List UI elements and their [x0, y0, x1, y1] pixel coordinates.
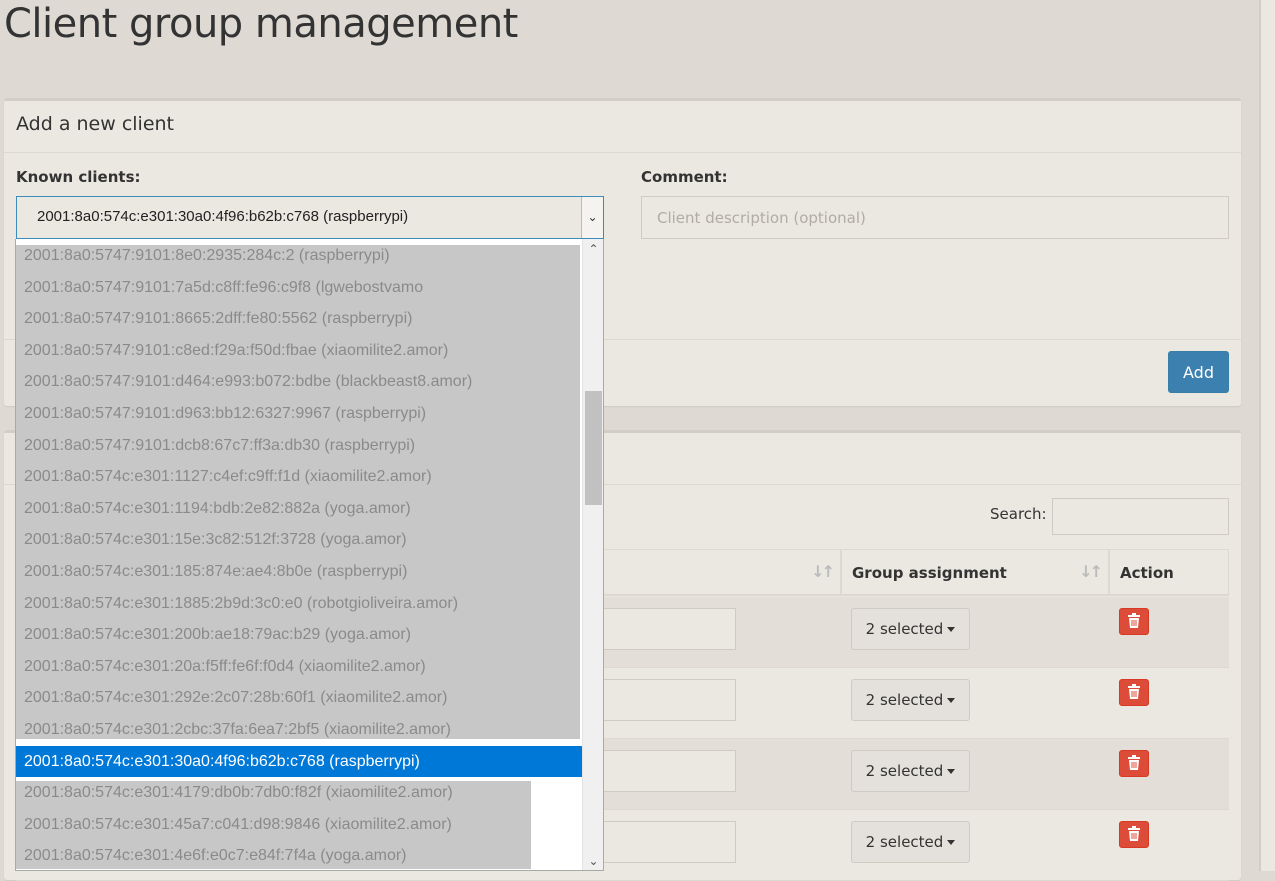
group-assignment-dropdown[interactable]: 2 selected	[851, 608, 970, 650]
search-input[interactable]	[1052, 498, 1229, 535]
column-header-group-assignment[interactable]: Group assignment ↓↑	[841, 549, 1109, 596]
row-comment-input[interactable]	[596, 679, 736, 721]
trash-icon	[1128, 754, 1140, 770]
group-assignment-dropdown[interactable]: 2 selected	[851, 821, 970, 863]
scroll-thumb[interactable]	[585, 391, 602, 505]
comment-label: Comment:	[641, 168, 728, 186]
delete-button[interactable]	[1119, 821, 1149, 848]
dropdown-option[interactable]: 2001:8a0:574c:e301:185:874e:ae4:8b0e (ra…	[16, 556, 582, 587]
add-button[interactable]: Add	[1168, 351, 1229, 393]
group-assignment-value: 2 selected	[865, 762, 944, 780]
group-assignment-value: 2 selected	[865, 691, 944, 709]
known-clients-select[interactable]: 2001:8a0:574c:e301:30a0:4f96:b62b:c768 (…	[16, 196, 604, 239]
page-edge	[1259, 0, 1275, 871]
known-clients-selected-value: 2001:8a0:574c:e301:30a0:4f96:b62b:c768 (…	[37, 208, 409, 225]
group-assignment-dropdown[interactable]: 2 selected	[851, 679, 970, 721]
dropdown-option[interactable]: 2001:8a0:574c:e301:45a7:c041:d98:9846 (x…	[16, 809, 582, 840]
known-clients-label: Known clients:	[16, 168, 141, 186]
add-client-title: Add a new client	[16, 113, 175, 135]
delete-button[interactable]	[1119, 679, 1149, 706]
trash-icon	[1128, 683, 1140, 699]
trash-icon	[1128, 612, 1140, 628]
dropdown-option[interactable]: 2001:8a0:574c:e301:200b:ae18:79ac:b29 (y…	[16, 619, 582, 650]
dropdown-option[interactable]: 2001:8a0:574c:e301:15e:3c82:512f:3728 (y…	[16, 524, 582, 555]
delete-button[interactable]	[1119, 750, 1149, 777]
dropdown-option[interactable]: 2001:8a0:574c:e301:30a0:4f96:b62b:c768 (…	[16, 746, 582, 777]
dropdown-option[interactable]: 2001:8a0:574c:e301:1127:c4ef:c9ff:f1d (x…	[16, 461, 582, 492]
group-assignment-dropdown[interactable]: 2 selected	[851, 750, 970, 792]
sort-icon: ↓↑	[811, 562, 835, 581]
group-assignment-value: 2 selected	[865, 620, 944, 638]
add-client-header: Add a new client	[4, 101, 1241, 153]
dropdown-option[interactable]: 2001:8a0:5747:9101:8e0:2935:284c:2 (rasp…	[16, 240, 582, 271]
group-assignment-header-label: Group assignment	[852, 564, 1007, 582]
caret-down-icon	[947, 698, 956, 703]
sort-icon: ↓↑	[1079, 562, 1103, 581]
caret-down-icon	[947, 769, 956, 774]
dropdown-option[interactable]: 2001:8a0:5747:9101:c8ed:f29a:f50d:fbae (…	[16, 335, 582, 366]
dropdown-option[interactable]: 2001:8a0:574c:e301:2cbc:37fa:6ea7:2bf5 (…	[16, 714, 582, 745]
dropdown-option[interactable]: 2001:8a0:574c:e301:4179:db0b:7db0:f82f (…	[16, 777, 582, 808]
caret-down-icon	[947, 840, 956, 845]
delete-button[interactable]	[1119, 608, 1149, 635]
dropdown-option[interactable]: 2001:8a0:574c:e301:1885:2b9d:3c0:e0 (rob…	[16, 588, 582, 619]
dropdown-option[interactable]: 2001:8a0:5747:9101:dcb8:67c7:ff3a:db30 (…	[16, 430, 582, 461]
caret-down-icon	[947, 627, 956, 632]
action-header-label: Action	[1120, 564, 1174, 582]
trash-icon	[1128, 825, 1140, 841]
dropdown-option[interactable]: 2001:8a0:5747:9101:8665:2dff:fe80:5562 (…	[16, 303, 582, 334]
dropdown-option[interactable]: 2001:8a0:5747:9101:d963:bb12:6327:9967 (…	[16, 398, 582, 429]
page-title: Client group management	[4, 1, 518, 47]
chevron-down-icon[interactable]: ⌄	[583, 851, 603, 870]
row-comment-input[interactable]	[596, 750, 736, 792]
known-clients-dropdown-list[interactable]: 2001:8a0:5747:9101:8e0:2935:284c:2 (rasp…	[15, 239, 604, 871]
group-assignment-value: 2 selected	[865, 833, 944, 851]
column-header-action: Action	[1109, 549, 1229, 596]
row-comment-input[interactable]	[596, 608, 736, 650]
row-comment-input[interactable]	[596, 821, 736, 863]
dropdown-scrollbar[interactable]: ⌃ ⌄	[582, 239, 603, 870]
dropdown-option[interactable]: 2001:8a0:574c:e301:292e:2c07:28b:60f1 (x…	[16, 682, 582, 713]
chevron-up-icon[interactable]: ⌃	[583, 239, 603, 259]
search-label: Search:	[990, 505, 1047, 523]
dropdown-option[interactable]: 2001:8a0:574c:e301:1194:bdb:2e82:882a (y…	[16, 493, 582, 524]
dropdown-option[interactable]: 2001:8a0:574c:e301:4e6f:e0c7:e84f:7f4a (…	[16, 840, 582, 870]
chevron-down-icon[interactable]: ⌄	[581, 197, 603, 238]
comment-field[interactable]	[641, 196, 1229, 239]
dropdown-option[interactable]: 2001:8a0:5747:9101:7a5d:c8ff:fe96:c9f8 (…	[16, 272, 582, 303]
dropdown-option[interactable]: 2001:8a0:574c:e301:20a:f5ff:fe6f:f0d4 (x…	[16, 651, 582, 682]
dropdown-option[interactable]: 2001:8a0:5747:9101:d464:e993:b072:bdbe (…	[16, 366, 582, 397]
